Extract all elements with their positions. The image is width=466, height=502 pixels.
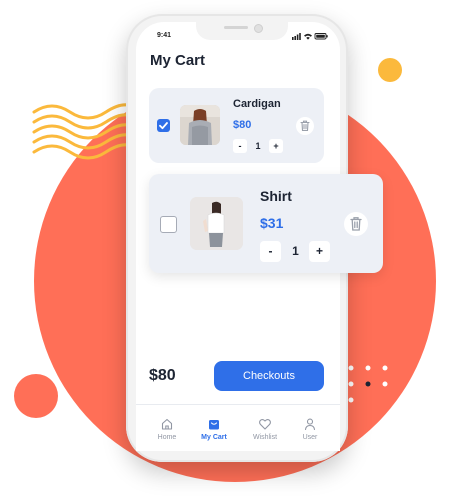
user-icon: [304, 418, 316, 431]
status-time: 9:41: [157, 32, 172, 39]
decorative-waves: [32, 103, 138, 160]
item-price: $80: [233, 119, 252, 131]
increase-quantity-button[interactable]: +: [269, 139, 283, 153]
item-price: $31: [260, 215, 284, 231]
decrease-quantity-button[interactable]: -: [260, 241, 281, 262]
trash-icon: [350, 217, 362, 231]
nav-item-user[interactable]: User: [285, 417, 335, 441]
item-checkbox-unchecked[interactable]: [160, 216, 177, 233]
product-image-shirt: [190, 197, 243, 250]
quantity-value: 1: [292, 244, 299, 258]
decorative-dots: [348, 365, 388, 403]
trash-icon: [300, 120, 310, 132]
decorative-small-circle: [14, 374, 58, 418]
nav-item-my-cart[interactable]: My Cart: [189, 417, 239, 441]
decrease-quantity-button[interactable]: -: [233, 139, 247, 153]
item-name: Shirt: [260, 188, 292, 204]
nav-label: My Cart: [201, 434, 227, 441]
item-checkbox-checked[interactable]: [157, 119, 170, 132]
nav-label: User: [302, 434, 318, 441]
cart-total: $80: [149, 367, 176, 384]
bottom-nav: Home My Cart Wishlist User: [136, 404, 340, 451]
status-icons: [292, 33, 328, 40]
home-icon: [161, 418, 173, 430]
nav-label: Wishlist: [252, 434, 278, 441]
nav-item-wishlist[interactable]: Wishlist: [240, 417, 290, 441]
item-name: Cardigan: [233, 98, 281, 110]
page-title: My Cart: [150, 52, 206, 69]
decorative-yellow-dot: [378, 58, 402, 82]
cart-icon: [209, 420, 219, 430]
checkout-button[interactable]: Checkouts: [214, 361, 324, 391]
product-image-cardigan: [180, 105, 220, 145]
nav-label: Home: [157, 434, 177, 441]
phone-speaker: [224, 26, 248, 29]
quantity-value: 1: [255, 141, 261, 151]
delete-button[interactable]: [296, 117, 314, 135]
checkmark-icon: [159, 122, 168, 130]
increase-quantity-button[interactable]: +: [309, 241, 330, 262]
delete-button[interactable]: [344, 212, 368, 236]
heart-icon: [259, 419, 271, 430]
nav-item-home[interactable]: Home: [142, 417, 192, 441]
phone-camera: [254, 24, 263, 33]
phone-notch: [196, 22, 288, 40]
